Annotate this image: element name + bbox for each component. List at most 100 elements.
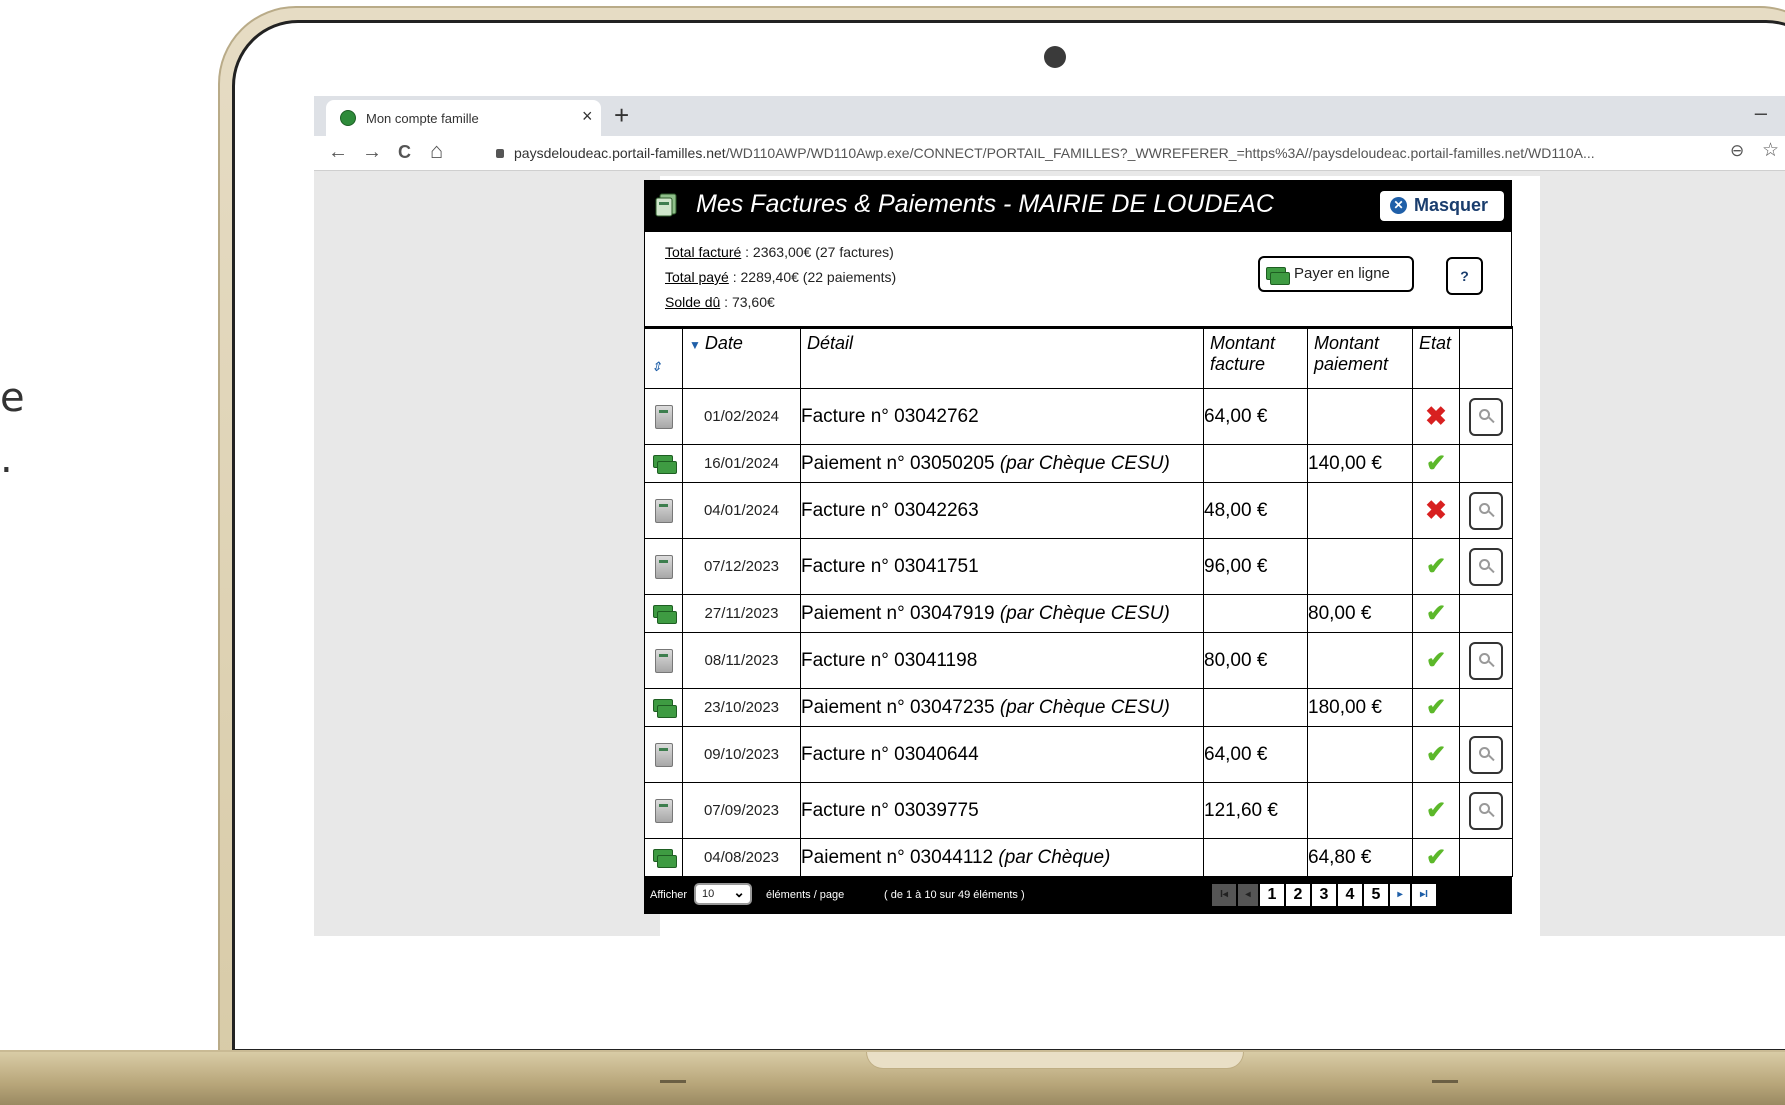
elements-per-page-label: éléments / page [766, 889, 845, 901]
page-5-link[interactable]: 5 [1364, 884, 1390, 906]
url-field[interactable]: paysdeloudeac.portail-familles.net/WD110… [496, 145, 1595, 161]
date-cell: 01/02/2024 [682, 388, 801, 445]
next-page-icon[interactable]: ▸ [1390, 884, 1412, 906]
tab-strip: Mon compte famille × + – [314, 96, 1785, 136]
row-type-cell [644, 838, 683, 877]
date-cell: 07/09/2023 [682, 782, 801, 839]
page-1-link[interactable]: 1 [1260, 884, 1286, 906]
table-row: 09/10/2023 Facture n° 03040644 64,00 € ✔ [644, 726, 1513, 783]
browser-window: Mon compte famille × + – ← → C ⌂ paysdel… [314, 96, 1785, 936]
table-footer: Afficher 10 ⌄ éléments / page ( de 1 à 1… [644, 877, 1512, 914]
invoices-table: ⇕ ▼ Date Détail Montant facture Montant p… [644, 326, 1513, 877]
paid-check-icon: ✔ [1425, 740, 1447, 768]
view-invoice-button[interactable] [1469, 491, 1503, 530]
detail-label: Paiement n° 03047235 [801, 696, 1000, 718]
detail-label: Paiement n° 03050205 [801, 452, 1000, 474]
back-arrow-icon[interactable]: ← [328, 141, 348, 164]
table-row: 23/10/2023 Paiement n° 03047235 (par Chèq… [644, 688, 1513, 727]
laptop-foot-left [660, 1080, 686, 1083]
montant-paiement-cell [1307, 482, 1413, 539]
detail-cell: Paiement n° 03044112 (par Chèque) [800, 838, 1204, 877]
detail-cell: Facture n° 03040644 [800, 726, 1204, 783]
view-invoice-button[interactable] [1469, 735, 1503, 774]
date-cell: 07/12/2023 [682, 538, 801, 595]
magnifier-handle [1488, 566, 1495, 573]
site-favicon-icon [340, 110, 356, 126]
solde-value: : 73,60€ [720, 294, 775, 310]
last-page-icon[interactable]: ▸I [1412, 884, 1438, 906]
payment-money-icon [652, 454, 677, 474]
first-page-icon[interactable]: I◂ [1212, 884, 1238, 906]
new-tab-button[interactable]: + [614, 100, 629, 131]
table-row: 27/11/2023 Paiement n° 03047919 (par Chèq… [644, 594, 1513, 633]
invoice-icon [654, 798, 673, 823]
sort-arrows-icon[interactable]: ⇕ [651, 359, 676, 375]
table-row: 07/12/2023 Facture n° 03041751 96,00 € ✔ [644, 538, 1513, 595]
forward-arrow-icon[interactable]: → [362, 141, 382, 164]
paid-check-icon: ✔ [1425, 646, 1447, 674]
tab-mon-compte-famille[interactable]: Mon compte famille × [326, 100, 601, 136]
page-3-link[interactable]: 3 [1312, 884, 1338, 906]
payment-money-icon [652, 604, 677, 624]
chevron-down-icon: ⌄ [733, 884, 745, 900]
solde-link[interactable]: Solde dû [665, 294, 720, 310]
total-facture-link[interactable]: Total facturé [665, 244, 741, 260]
previous-page-icon[interactable]: ◂ [1238, 884, 1260, 906]
minimize-window-button[interactable]: – [1755, 100, 1767, 126]
row-type-cell [644, 594, 683, 633]
row-type-cell [644, 632, 683, 689]
hide-panel-button[interactable]: ✕ Masquer [1380, 191, 1504, 221]
total-paye-value: : 2289,40€ (22 paiements) [728, 269, 897, 285]
home-icon[interactable]: ⌂ [430, 138, 443, 164]
invoice-icon [654, 498, 673, 523]
table-row: 16/01/2024 Paiement n° 03050205 (par Chèq… [644, 444, 1513, 483]
detail-label: Facture n° 03041751 [801, 555, 979, 577]
paid-check-icon: ✔ [1425, 599, 1447, 627]
total-facture-line: Total facturé : 2363,00€ (27 factures) [665, 244, 894, 260]
date-cell: 27/11/2023 [682, 594, 801, 633]
sort-column-header[interactable]: ⇕ [644, 326, 683, 389]
bookmark-star-icon[interactable]: ☆ [1762, 139, 1779, 162]
total-paye-line: Total payé : 2289,40€ (22 paiements) [665, 269, 896, 285]
detail-label: Facture n° 03040644 [801, 743, 979, 765]
page-2-link[interactable]: 2 [1286, 884, 1312, 906]
view-invoice-button[interactable] [1469, 397, 1503, 436]
view-invoice-button[interactable] [1469, 791, 1503, 830]
detail-label: Paiement n° 03047919 [801, 602, 1000, 624]
detail-cell: Facture n° 03041751 [800, 538, 1204, 595]
sort-descending-icon: ▼ [689, 338, 701, 352]
invoice-icon [654, 404, 673, 429]
unpaid-cross-icon: ✖ [1425, 495, 1447, 525]
paid-check-icon: ✔ [1425, 552, 1447, 580]
total-paye-link[interactable]: Total payé [665, 269, 729, 285]
detail-label: Facture n° 03042263 [801, 499, 979, 521]
tab-close-icon[interactable]: × [582, 106, 593, 127]
detail-label: Paiement n° 03044112 [801, 846, 999, 868]
pay-online-label: Payer en ligne [1294, 265, 1390, 282]
payment-mode: (par Chèque CESU) [999, 452, 1170, 474]
date-column-header[interactable]: ▼ Date [682, 326, 801, 389]
laptop-foot-right [1432, 1080, 1458, 1083]
help-button[interactable]: ? [1446, 257, 1483, 295]
invoices-stack-icon [655, 193, 677, 217]
view-invoice-button[interactable] [1469, 547, 1503, 586]
url-path: /WD110AWP/WD110Awp.exe/CONNECT/PORTAIL_F… [725, 145, 1595, 161]
magnifier-handle [1488, 510, 1495, 517]
url-host: paysdeloudeac.portail-familles.net [514, 145, 726, 161]
page-4-link[interactable]: 4 [1338, 884, 1364, 906]
detail-cell: Facture n° 03039775 [800, 782, 1204, 839]
solde-line: Solde dû : 73,60€ [665, 294, 775, 310]
view-invoice-button[interactable] [1469, 641, 1503, 680]
zoom-icon[interactable]: ⊖ [1730, 141, 1744, 161]
reload-icon[interactable]: C [398, 142, 411, 163]
montant-facture-cell: 64,00 € [1203, 388, 1308, 445]
montant-paiement-cell [1307, 632, 1413, 689]
address-bar: ← → C ⌂ paysdeloudeac.portail-familles.n… [314, 136, 1785, 171]
per-page-select[interactable]: 10 ⌄ [694, 883, 752, 905]
invoices-table-body: 01/02/2024 Facture n° 03042762 64,00 € ✖ 16/… [644, 388, 1513, 877]
pay-online-button[interactable]: Payer en ligne [1258, 256, 1414, 292]
invoice-icon [654, 648, 673, 673]
montant-facture-cell: 121,60 € [1203, 782, 1308, 839]
close-circle-icon: ✕ [1390, 197, 1407, 214]
slide-text-fragment-1: e [0, 375, 25, 421]
